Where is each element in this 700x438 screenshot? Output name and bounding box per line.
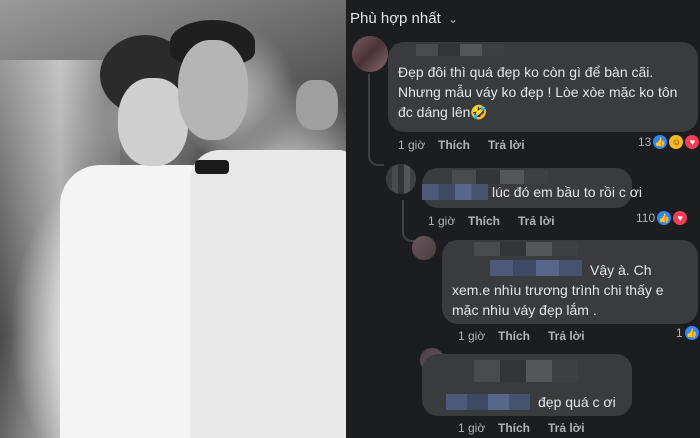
bow-tie-shape	[195, 160, 229, 174]
reply-button[interactable]: Trả lời	[518, 214, 555, 228]
comment-time: 1 giờ	[398, 138, 426, 152]
love-icon: ♥	[685, 135, 700, 149]
sort-label: Phù hợp nhất	[350, 10, 441, 27]
comment-bubble: đẹp quá c ơi	[422, 354, 632, 416]
comment-text: Vậy à. Ch xem.e nhìu trương trình chi th…	[452, 262, 664, 318]
comment-time: 1 giờ	[458, 329, 486, 343]
comment-time: 1 giờ	[458, 421, 486, 435]
tuxedo-shape	[190, 150, 346, 438]
like-icon: 👍	[657, 211, 672, 225]
comment-time: 1 giờ	[428, 214, 456, 228]
reply-button[interactable]: Trả lời	[488, 138, 525, 152]
redacted-name	[448, 360, 578, 382]
comment-text: lúc đó em bầu to rồi c ơi	[492, 184, 643, 200]
comment-bubble: Vậy à. Ch xem.e nhìu trương trình chi th…	[442, 240, 698, 324]
like-button[interactable]: Thích	[438, 138, 470, 152]
sort-dropdown[interactable]: Phù hợp nhất ⌄	[346, 0, 476, 34]
reaction-summary[interactable]: 110 👍 ♥	[636, 211, 688, 225]
comment-text: đẹp quá c ơi	[538, 394, 616, 410]
comment-text: Đẹp đôi thì quá đẹp ko còn gì để bàn cãi…	[398, 64, 678, 120]
redacted-mention	[446, 394, 530, 410]
avatar[interactable]	[386, 164, 416, 194]
reaction-count: 13	[638, 135, 652, 149]
redacted-name	[448, 242, 578, 256]
reaction-summary[interactable]: 13 👍 ☺ ♥	[638, 135, 700, 149]
comments-panel: Phù hợp nhất ⌄ Đẹp đôi thì quá đẹp ko cò…	[346, 0, 700, 438]
reply-button[interactable]: Trả lời	[548, 421, 585, 435]
thread-line	[368, 74, 370, 158]
reply-button[interactable]: Trả lời	[548, 329, 585, 343]
hands-shape	[296, 80, 338, 130]
thread-connector	[368, 150, 384, 166]
like-icon: 👍	[684, 326, 699, 340]
like-icon: 👍	[653, 135, 668, 149]
avatar[interactable]	[352, 36, 388, 72]
redacted-mention	[422, 184, 488, 200]
comment-bubble: Đẹp đôi thì quá đẹp ko còn gì để bàn cãi…	[388, 42, 698, 132]
comment-bubble: lúc đó em bầu to rồi c ơi	[422, 168, 643, 208]
wedding-photo	[0, 0, 346, 438]
haha-icon: ☺	[669, 135, 684, 149]
like-button[interactable]: Thích	[468, 214, 500, 228]
groom-face-shape	[178, 40, 248, 140]
reaction-summary[interactable]: 1 👍	[676, 326, 699, 340]
reaction-count: 110	[636, 211, 656, 225]
love-icon: ♥	[673, 211, 688, 225]
avatar[interactable]	[412, 236, 436, 260]
like-button[interactable]: Thích	[498, 329, 530, 343]
like-button[interactable]: Thích	[498, 421, 530, 435]
chevron-down-icon: ⌄	[448, 12, 459, 26]
reaction-count: 1	[676, 326, 683, 340]
redacted-name	[394, 44, 504, 56]
